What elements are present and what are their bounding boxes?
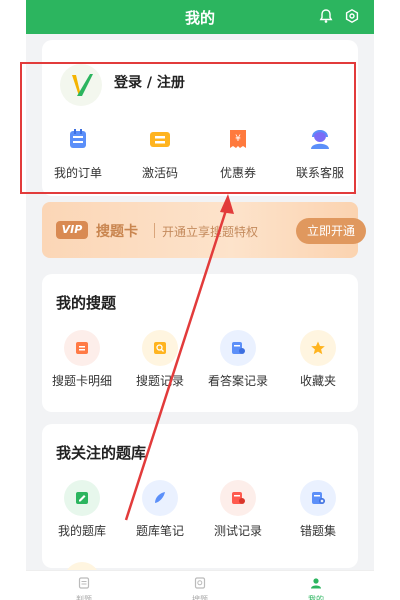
- wrong-questions-button[interactable]: 错题集: [281, 480, 355, 539]
- bank-notes-label: 题库笔记: [135, 524, 184, 538]
- tab-search[interactable]: 搜题: [170, 574, 230, 600]
- my-bank-icon: [64, 480, 100, 516]
- svg-text:¥: ¥: [235, 134, 241, 144]
- my-orders-label: 我的订单: [53, 166, 102, 180]
- answer-record-icon: [220, 330, 256, 366]
- profile-icon: [311, 578, 321, 589]
- my-search-title: 我的搜题: [56, 294, 117, 312]
- test-record-label: 测试记录: [213, 524, 262, 538]
- note-icon: [142, 480, 178, 516]
- customer-service-label: 联系客服: [295, 166, 344, 180]
- vip-open-button[interactable]: 立即开通: [296, 218, 366, 244]
- activation-code-icon: [150, 132, 170, 147]
- tab-judge[interactable]: 判题: [54, 574, 114, 600]
- my-orders-button[interactable]: 我的订单: [41, 124, 115, 181]
- search-card-detail-label: 搜题卡明细: [51, 374, 112, 388]
- tab-profile[interactable]: 我的: [286, 574, 346, 600]
- search-tab-icon: [194, 577, 206, 589]
- activation-code-label: 激活码: [141, 166, 178, 180]
- coupons-button[interactable]: ¥ 优惠券: [201, 124, 275, 181]
- favorites-label: 收藏夹: [299, 374, 336, 388]
- search-card-detail-button[interactable]: 搜题卡明细: [45, 330, 119, 389]
- search-record-label: 搜题记录: [135, 374, 184, 388]
- wrong-questions-label: 错题集: [299, 524, 336, 538]
- login-register-link[interactable]: 登录 / 注册: [114, 72, 185, 92]
- test-record-icon: [220, 480, 256, 516]
- vip-card-name: 搜题卡: [96, 224, 138, 240]
- bottom-tab-bar: 判题 搜题 我的: [26, 570, 374, 600]
- judge-icon: [78, 577, 90, 589]
- vip-badge: VIP: [56, 221, 88, 239]
- bank-notes-button[interactable]: 题库笔记: [123, 480, 197, 539]
- star-icon: [300, 330, 336, 366]
- tab-profile-label: 我的: [308, 595, 324, 600]
- customer-service-button[interactable]: 联系客服: [283, 124, 357, 181]
- card-detail-icon: [64, 330, 100, 366]
- vip-description: 开通立享搜题特权: [162, 225, 259, 239]
- bell-icon[interactable]: [318, 8, 334, 24]
- coupons-label: 优惠券: [219, 166, 256, 180]
- top-bar: 我的: [26, 0, 374, 34]
- test-record-button[interactable]: 测试记录: [201, 480, 275, 539]
- app-logo-icon: [60, 64, 102, 106]
- answer-record-button[interactable]: 看答案记录: [201, 330, 275, 389]
- tab-search-label: 搜题: [192, 595, 208, 600]
- customer-service-icon: [311, 130, 329, 149]
- order-icon: [70, 129, 86, 148]
- activation-code-button[interactable]: 激活码: [123, 124, 197, 181]
- tab-judge-label: 判题: [76, 595, 92, 600]
- coupon-icon: ¥: [230, 130, 246, 148]
- vip-divider: [154, 223, 155, 238]
- settings-icon[interactable]: [344, 8, 360, 24]
- my-bank-button[interactable]: 我的题库: [45, 480, 119, 539]
- favorites-button[interactable]: 收藏夹: [281, 330, 355, 389]
- vip-banner: VIP 搜题卡 开通立享搜题特权 立即开通: [42, 202, 366, 258]
- my-bank-label: 我的题库: [57, 524, 106, 538]
- wrong-set-icon: [300, 480, 336, 516]
- app-screen: 我的 登录 / 注册 我的订单 激活码 ¥ 优惠券 联系客服 VIP 搜题卡 开…: [26, 0, 374, 600]
- answer-record-label: 看答案记录: [207, 374, 268, 388]
- search-record-icon: [142, 330, 178, 366]
- search-record-button[interactable]: 搜题记录: [123, 330, 197, 389]
- followed-banks-title: 我关注的题库: [56, 444, 147, 462]
